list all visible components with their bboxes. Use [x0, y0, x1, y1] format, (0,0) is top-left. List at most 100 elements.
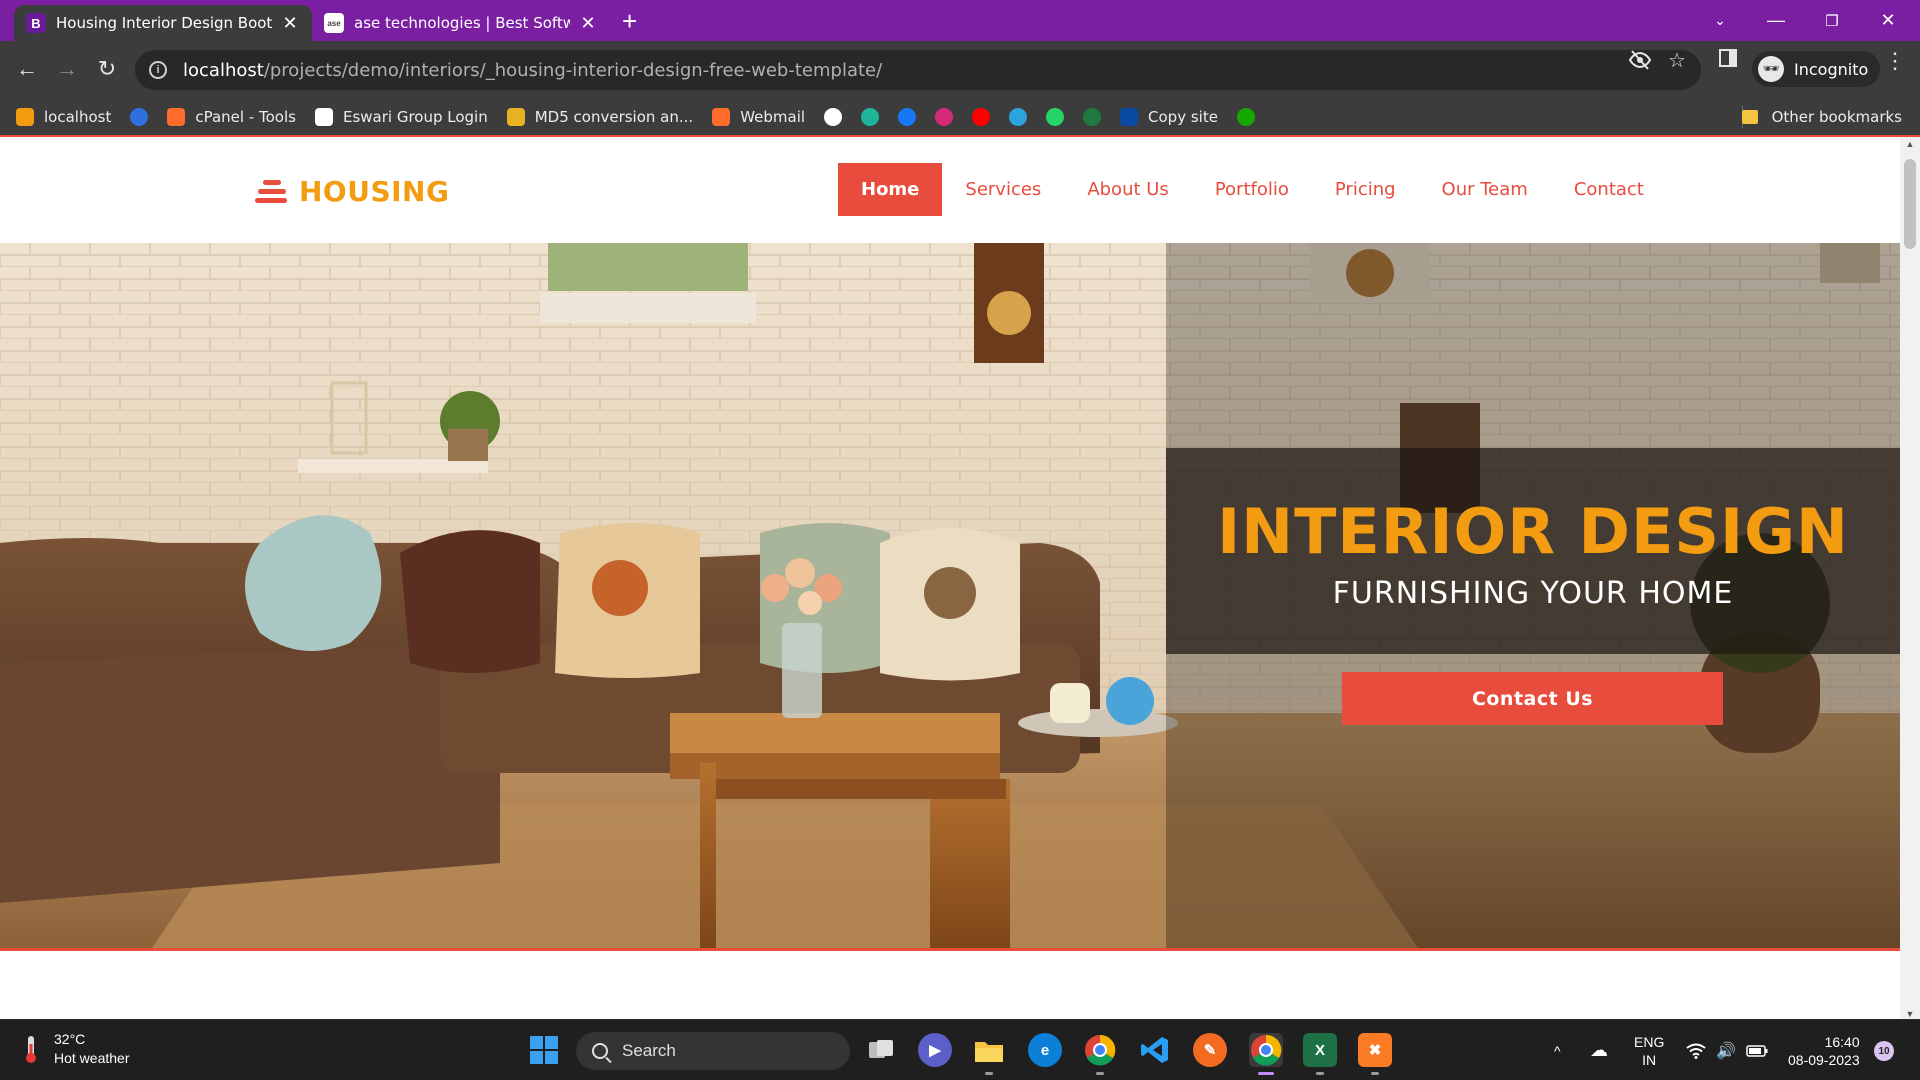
bookmark-telegram[interactable]: [1009, 107, 1028, 126]
menu-kebab-icon[interactable]: ⋮: [1884, 48, 1906, 74]
running-indicator: [1316, 1072, 1324, 1075]
plus-icon[interactable]: +: [622, 6, 637, 36]
excel-icon[interactable]: X: [1303, 1033, 1337, 1067]
wifi-icon[interactable]: [1686, 1020, 1706, 1080]
vscode-icon[interactable]: [1138, 1033, 1172, 1067]
nav-our-team[interactable]: Our Team: [1419, 163, 1551, 216]
other-bookmarks[interactable]: Other bookmarks: [1741, 98, 1902, 135]
bookmark-localhost[interactable]: localhost: [16, 107, 111, 126]
restore-icon[interactable]: ❐: [1804, 0, 1860, 41]
xampp-icon[interactable]: ✖: [1358, 1033, 1392, 1067]
scroll-down-icon[interactable]: ▼: [1900, 1009, 1920, 1019]
teams-chat-icon[interactable]: ▶: [918, 1033, 952, 1067]
bookmark-star-icon[interactable]: ☆: [1668, 48, 1686, 73]
hero-banner: INTERIOR DESIGN FURNISHING YOUR HOME Con…: [0, 243, 1900, 951]
incognito-icon: 🕶: [1758, 56, 1784, 82]
volume-icon[interactable]: 🔊: [1716, 1020, 1736, 1080]
search-icon: [592, 1043, 608, 1059]
show-hidden-icons-chevron-icon[interactable]: ^: [1554, 1020, 1561, 1080]
eswari-icon: [314, 107, 333, 126]
w-icon: [1120, 107, 1139, 126]
bookmark-youtube[interactable]: [972, 107, 991, 126]
nav-services[interactable]: Services: [942, 163, 1064, 216]
bookmark-whatsapp[interactable]: [1046, 107, 1065, 126]
main-nav: Home Services About Us Portfolio Pricing…: [838, 163, 1667, 216]
close-tab-icon[interactable]: ✕: [280, 13, 300, 34]
address-bar[interactable]: i localhost/projects/demo/interiors/_hou…: [135, 50, 1701, 90]
bookmark-md5-conversion-an[interactable]: MD5 conversion an...: [506, 107, 693, 126]
taskbar-search[interactable]: Search: [576, 1032, 850, 1070]
reload-icon[interactable]: ↻: [90, 52, 124, 86]
other-bookmarks-label: Other bookmarks: [1771, 107, 1902, 126]
clock-time: 16:40: [1824, 1034, 1860, 1050]
task-view-icon[interactable]: [864, 1033, 898, 1067]
bookmark-copy-site[interactable]: Copy site: [1120, 107, 1218, 126]
chrome-profile-icon[interactable]: [1249, 1033, 1283, 1067]
lang-code: ENG: [1634, 1034, 1665, 1050]
onedrive-cloud-icon[interactable]: ☁: [1590, 1020, 1608, 1080]
contact-us-button[interactable]: Contact Us: [1342, 672, 1723, 725]
language-indicator[interactable]: ENG IN: [1634, 1033, 1664, 1069]
running-indicator: [985, 1072, 993, 1075]
nav-pricing[interactable]: Pricing: [1312, 163, 1419, 216]
battery-icon[interactable]: [1746, 1020, 1768, 1080]
nav-about-us[interactable]: About Us: [1064, 163, 1192, 216]
bookmark-sheet[interactable]: [1083, 107, 1102, 126]
tab-strip: B Housing Interior Design Bootstra ✕ ase…: [0, 0, 1920, 41]
logo-text: HOUSING: [299, 175, 450, 208]
site-logo[interactable]: HOUSING: [255, 175, 449, 208]
nav-contact[interactable]: Contact: [1551, 163, 1667, 216]
tab-title: Housing Interior Design Bootstra: [56, 14, 272, 32]
bookmark-f-logo[interactable]: [130, 107, 149, 126]
bookmark-upwork[interactable]: [1236, 107, 1255, 126]
bookmark-label: Copy site: [1148, 107, 1218, 126]
bookmark-facebook[interactable]: [898, 107, 917, 126]
window-close-icon[interactable]: ✕: [1860, 0, 1916, 41]
tab-search-chevron-icon[interactable]: ⌄: [1692, 0, 1748, 41]
weather-temp: 32°C: [54, 1031, 86, 1047]
minimize-icon[interactable]: —: [1748, 0, 1804, 41]
site-info-icon[interactable]: i: [149, 61, 167, 79]
site-header: HOUSING Home Services About Us Portfolio…: [0, 137, 1900, 243]
file-explorer-icon[interactable]: [972, 1033, 1006, 1067]
key-icon: [506, 107, 525, 126]
weather-widget[interactable]: 32°C Hot weather: [24, 1030, 129, 1068]
edge-icon[interactable]: e: [1028, 1033, 1062, 1067]
cpanel-icon: [712, 107, 731, 126]
thermometer-icon: [24, 1034, 38, 1064]
scrollbar-thumb[interactable]: [1904, 159, 1916, 249]
logo-bars-icon: [255, 179, 287, 204]
nav-portfolio[interactable]: Portfolio: [1192, 163, 1312, 216]
tab-ase[interactable]: ase ase technologies | Best Software ✕: [312, 5, 610, 41]
nav-home[interactable]: Home: [838, 163, 943, 216]
page-viewport: HOUSING Home Services About Us Portfolio…: [0, 135, 1920, 1019]
windows-start-icon[interactable]: [527, 1033, 561, 1067]
tab-housing[interactable]: B Housing Interior Design Bootstra ✕: [14, 5, 312, 41]
browser-toolbar: ← → ↻ i localhost/projects/demo/interior…: [0, 41, 1920, 98]
bookmark-cpanel-tools[interactable]: cPanel - Tools: [167, 107, 296, 126]
back-arrow-icon[interactable]: ←: [10, 52, 44, 86]
bookmark-instagram[interactable]: [935, 107, 954, 126]
bookmark-webmail[interactable]: Webmail: [712, 107, 805, 126]
windows-taskbar: 32°C Hot weather Search ▶ e ✎ X ✖ ^ ☁ EN…: [0, 1019, 1920, 1080]
scroll-up-icon[interactable]: ▲: [1900, 139, 1920, 149]
forward-arrow-icon[interactable]: →: [50, 52, 84, 86]
active-indicator: [1258, 1072, 1274, 1075]
notification-badge[interactable]: 10: [1874, 1041, 1894, 1061]
running-indicator: [1096, 1072, 1104, 1075]
eye-slash-icon[interactable]: [1628, 48, 1652, 78]
diamond-icon: [861, 107, 880, 126]
bookmark-github[interactable]: [824, 107, 843, 126]
close-tab-icon[interactable]: ✕: [578, 13, 598, 34]
bookmark-eswari-group-login[interactable]: Eswari Group Login: [314, 107, 488, 126]
facebook-icon: [898, 107, 917, 126]
bookmark-diamond[interactable]: [861, 107, 880, 126]
incognito-profile[interactable]: 🕶 Incognito: [1752, 51, 1881, 87]
side-panel-icon[interactable]: [1718, 48, 1738, 74]
chrome-icon[interactable]: [1083, 1033, 1117, 1067]
postman-icon[interactable]: ✎: [1193, 1033, 1227, 1067]
bookmarks-bar: localhost cPanel - Tools Eswari Group Logi…: [0, 98, 1920, 135]
page-scrollbar[interactable]: ▲ ▼: [1900, 137, 1920, 1019]
system-clock[interactable]: 16:40 08-09-2023: [1788, 1033, 1860, 1069]
hero-title: INTERIOR DESIGN: [1217, 495, 1849, 568]
